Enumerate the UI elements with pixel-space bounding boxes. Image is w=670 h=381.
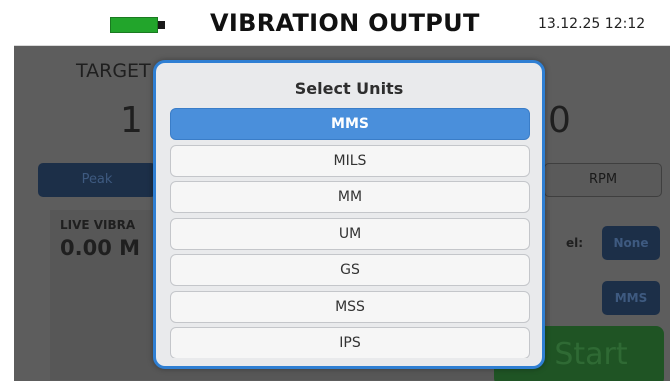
level-label: el: [566,236,584,250]
rpm-button[interactable]: RPM [544,163,662,197]
unit-option-mils[interactable]: MILS [170,144,530,177]
unit-option-gs[interactable]: GS [170,254,530,286]
battery-tip-icon [158,21,165,29]
screen-title: VIBRATION OUTPUT [210,9,480,37]
target-label: TARGET [76,60,151,82]
unit-option-ips[interactable]: IPS [170,327,530,358]
live-vibration-value: 0.00 M [60,236,141,260]
secondary-value: 0 [548,100,571,141]
unit-option-um[interactable]: UM [170,217,530,250]
peak-button[interactable]: Peak [38,163,156,197]
unit-option-mms[interactable]: MMS [170,108,530,140]
device-screen: VIBRATION OUTPUT 13.12.25 12:12 TARGET 1… [14,0,670,381]
unit-option-mm[interactable]: MM [170,181,530,213]
unit-option-mss[interactable]: MSS [170,290,530,323]
select-units-dialog: Select Units MMS MILS MM UM GS MSS IPS [153,60,545,369]
dialog-title: Select Units [294,79,404,98]
unit-options-list[interactable]: MMS MILS MM UM GS MSS IPS [170,108,530,358]
datetime-display: 13.12.25 12:12 [538,16,646,32]
unit-button[interactable]: MMS [602,281,660,315]
battery-icon [110,17,158,33]
header-bar: VIBRATION OUTPUT 13.12.25 12:12 [14,0,670,46]
target-value: 1 [120,100,143,141]
level-none-button[interactable]: None [602,226,660,260]
live-vibration-label: LIVE VIBRA [60,218,136,232]
